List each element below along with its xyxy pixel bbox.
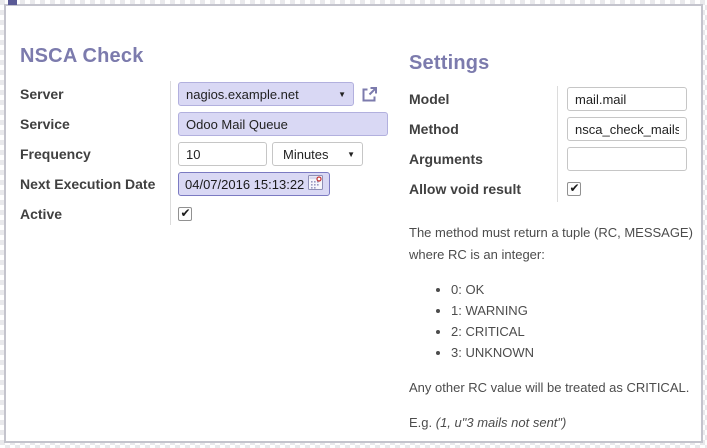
next-execution-date-input[interactable]: 04/07/2016 15:13:22 bbox=[178, 172, 330, 196]
nsca-check-fields: Server nagios.example.net ▼ Service bbox=[20, 79, 392, 229]
model-label: Model bbox=[409, 91, 557, 107]
frequency-row: Frequency Minutes ▼ bbox=[20, 139, 392, 169]
next-execution-row: Next Execution Date 04/07/2016 15:13:22 bbox=[20, 169, 392, 199]
rc-item: 3: UNKNOWN bbox=[451, 342, 697, 363]
screenshot-root: { "colors": { "accent": "#7c7bad", "requ… bbox=[0, 0, 707, 448]
frequency-unit-value: Minutes bbox=[283, 147, 329, 162]
check-icon: ✔ bbox=[569, 182, 579, 194]
method-input[interactable] bbox=[567, 117, 687, 141]
external-link-icon[interactable] bbox=[360, 85, 379, 104]
arguments-input[interactable] bbox=[567, 147, 687, 171]
help-other: Any other RC value will be treated as CR… bbox=[409, 377, 697, 399]
server-row: Server nagios.example.net ▼ bbox=[20, 79, 392, 109]
arguments-label: Arguments bbox=[409, 151, 557, 167]
service-label: Service bbox=[20, 116, 170, 132]
model-row: Model bbox=[409, 84, 697, 114]
check-icon: ✔ bbox=[180, 207, 190, 219]
help-example: E.g. (1, u"3 mails not sent") bbox=[409, 412, 697, 434]
service-input[interactable] bbox=[178, 112, 388, 136]
label-field-divider bbox=[170, 81, 171, 225]
method-label: Method bbox=[409, 121, 557, 137]
next-execution-label: Next Execution Date bbox=[20, 176, 170, 192]
server-value: nagios.example.net bbox=[186, 87, 299, 102]
settings-section: Settings Model Method Arguments Allow vo… bbox=[409, 52, 697, 447]
active-checkbox[interactable]: ✔ bbox=[178, 207, 192, 221]
example-italic: (1, u"3 mails not sent") bbox=[436, 415, 567, 430]
help-intro: The method must return a tuple (RC, MESS… bbox=[409, 222, 697, 266]
rc-list: 0: OK 1: WARNING 2: CRITICAL 3: UNKNOWN bbox=[409, 279, 697, 363]
frequency-input[interactable] bbox=[178, 142, 267, 166]
allow-void-label: Allow void result bbox=[409, 181, 557, 197]
model-input[interactable] bbox=[567, 87, 687, 111]
window-corner-fragment bbox=[8, 0, 17, 5]
allow-void-checkbox[interactable]: ✔ bbox=[567, 182, 581, 196]
calendar-icon[interactable] bbox=[308, 175, 323, 193]
chevron-down-icon: ▼ bbox=[332, 90, 346, 99]
example-prefix: E.g. bbox=[409, 415, 436, 430]
rc-item: 2: CRITICAL bbox=[451, 321, 697, 342]
server-select[interactable]: nagios.example.net ▼ bbox=[178, 82, 354, 106]
active-label: Active bbox=[20, 206, 170, 222]
nsca-check-title: NSCA Check bbox=[20, 45, 392, 67]
label-field-divider bbox=[557, 86, 558, 202]
settings-fields: Model Method Arguments Allow void result… bbox=[409, 84, 697, 204]
rc-item: 1: WARNING bbox=[451, 300, 697, 321]
service-row: Service bbox=[20, 109, 392, 139]
arguments-row: Arguments bbox=[409, 144, 697, 174]
next-execution-date-value: 04/07/2016 15:13:22 bbox=[185, 177, 304, 192]
chevron-down-icon: ▼ bbox=[347, 150, 355, 159]
frequency-unit-select[interactable]: Minutes ▼ bbox=[272, 142, 363, 166]
settings-title: Settings bbox=[409, 52, 697, 74]
allow-void-row: Allow void result ✔ bbox=[409, 174, 697, 204]
server-label: Server bbox=[20, 86, 170, 102]
frequency-label: Frequency bbox=[20, 146, 170, 162]
method-row: Method bbox=[409, 114, 697, 144]
rc-item: 0: OK bbox=[451, 279, 697, 300]
active-row: Active ✔ bbox=[20, 199, 392, 229]
method-help-text: The method must return a tuple (RC, MESS… bbox=[409, 222, 697, 434]
nsca-check-section: NSCA Check Server nagios.example.net ▼ bbox=[20, 45, 392, 229]
